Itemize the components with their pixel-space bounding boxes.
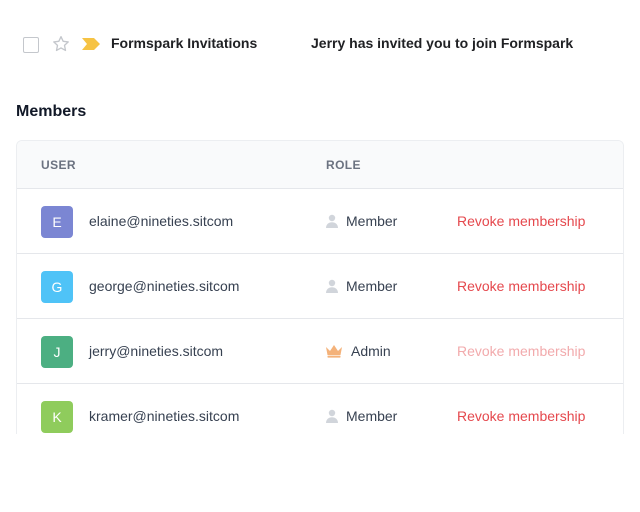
avatar: K [41, 401, 73, 433]
column-role: ROLE [326, 158, 361, 172]
revoke-membership-button[interactable]: Revoke membership [457, 343, 585, 359]
avatar-initial: G [51, 279, 63, 295]
user-icon [325, 409, 339, 423]
member-role: Member [346, 408, 398, 424]
revoke-membership-button[interactable]: Revoke membership [457, 213, 585, 229]
email-sender: Formspark Invitations [111, 35, 258, 51]
star-icon[interactable] [51, 34, 71, 54]
column-user: USER [41, 158, 76, 172]
crown-icon [325, 344, 343, 358]
table-row: Kkramer@nineties.sitcom Member Revoke memb… [17, 384, 623, 434]
members-title: Members [16, 103, 87, 120]
select-checkbox[interactable] [23, 37, 39, 53]
member-role: Admin [351, 343, 391, 359]
member-email: jerry@nineties.sitcom [89, 343, 224, 359]
member-email: george@nineties.sitcom [89, 278, 240, 294]
member-role: Member [346, 278, 398, 294]
members-table: USER ROLE Eelaine@nineties.sitcom Member R… [16, 140, 624, 434]
email-subject: Jerry has invited you to join Formspark [311, 35, 574, 51]
revoke-membership-button[interactable]: Revoke membership [457, 278, 585, 294]
avatar-initial: E [52, 214, 62, 230]
user-icon [325, 214, 339, 228]
importance-marker-icon[interactable] [82, 38, 100, 50]
avatar: E [41, 206, 73, 238]
member-email: kramer@nineties.sitcom [89, 408, 240, 424]
avatar: J [41, 336, 73, 368]
table-row: Jjerry@nineties.sitcom Admin Revoke member… [17, 319, 623, 384]
revoke-membership-button[interactable]: Revoke membership [457, 408, 585, 424]
avatar: G [41, 271, 73, 303]
table-row: Eelaine@nineties.sitcom Member Revoke memb… [17, 189, 623, 254]
email-row[interactable]: Formspark Invitations Jerry has invited … [0, 28, 640, 60]
avatar-initial: J [53, 344, 61, 360]
user-icon [325, 279, 339, 293]
avatar-initial: K [52, 409, 62, 425]
table-row: Ggeorge@nineties.sitcom Member Revoke memb… [17, 254, 623, 319]
member-role: Member [346, 213, 398, 229]
member-email: elaine@nineties.sitcom [89, 213, 234, 229]
table-header: USER ROLE [17, 141, 623, 189]
